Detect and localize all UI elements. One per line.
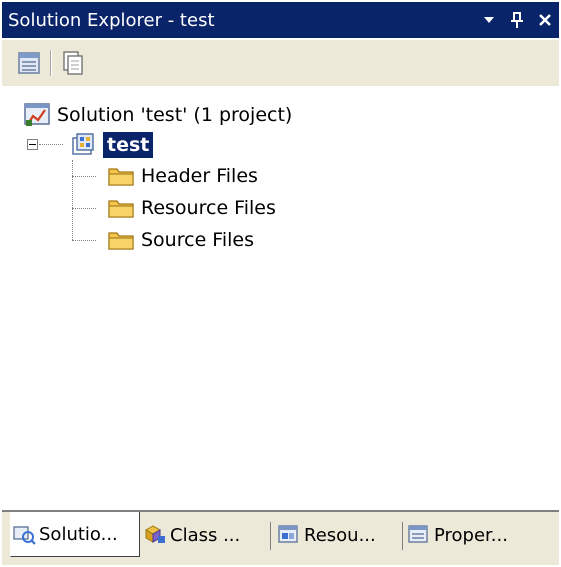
pin-button[interactable] xyxy=(503,6,531,34)
tab-separator xyxy=(402,522,403,550)
tree-node-solution[interactable]: Solution 'test' (1 project) xyxy=(22,100,292,130)
properties-icon xyxy=(18,52,40,74)
tree-line xyxy=(72,176,96,177)
class-view-icon xyxy=(144,525,165,543)
tree-node-label: Source Files xyxy=(141,229,254,251)
folder-icon xyxy=(108,232,134,250)
tree-line xyxy=(72,240,96,241)
tree-line xyxy=(72,160,73,240)
tree-line xyxy=(72,208,96,209)
title-bar[interactable]: Solution Explorer - test xyxy=(2,2,559,38)
tab-label: Proper... xyxy=(434,524,508,546)
tree-node-header-files[interactable]: Header Files xyxy=(106,161,258,191)
tab-solution-explorer[interactable]: Solutio... xyxy=(10,512,140,557)
tab-label: Resou... xyxy=(304,524,376,546)
folder-icon xyxy=(108,200,134,218)
tab-label: Solutio... xyxy=(39,523,118,545)
solution-explorer-icon xyxy=(13,526,36,545)
solution-icon xyxy=(24,103,50,126)
tab-class-view[interactable]: Class ... xyxy=(142,516,264,554)
close-button[interactable] xyxy=(531,6,559,34)
tree-node-label: Resource Files xyxy=(141,197,276,219)
tab-separator xyxy=(270,522,271,550)
tree-node-label: Header Files xyxy=(141,165,258,187)
tab-label: Class ... xyxy=(170,524,241,546)
window-title: Solution Explorer - test xyxy=(8,9,215,31)
tab-property-manager[interactable]: Proper... xyxy=(406,516,556,554)
show-all-files-button[interactable] xyxy=(56,46,90,80)
tree-node-source-files[interactable]: Source Files xyxy=(106,225,254,255)
solution-explorer-window: Solution Explorer - test Solution 'test'… xyxy=(0,0,561,567)
tree-line xyxy=(39,144,63,145)
pin-icon xyxy=(511,12,523,28)
show-all-files-icon xyxy=(63,51,83,75)
project-icon xyxy=(72,133,94,155)
close-icon xyxy=(539,14,551,26)
property-manager-icon xyxy=(408,525,428,543)
tree-node-label: Solution 'test' (1 project) xyxy=(57,104,293,126)
collapse-toggle[interactable] xyxy=(27,139,38,150)
chevron-down-icon xyxy=(484,17,494,23)
tree-node-resource-files[interactable]: Resource Files xyxy=(106,193,276,223)
resource-view-icon xyxy=(278,525,298,543)
toolbar-separator xyxy=(50,50,52,76)
solution-tree[interactable]: Solution 'test' (1 project) test Header … xyxy=(2,88,559,512)
tree-node-label: test xyxy=(103,132,154,158)
tree-node-project[interactable]: test xyxy=(68,130,154,160)
properties-button[interactable] xyxy=(12,46,46,80)
dropdown-button[interactable] xyxy=(475,6,503,34)
tab-resource-view[interactable]: Resou... xyxy=(276,516,394,554)
folder-icon xyxy=(108,168,134,186)
toolbar xyxy=(2,40,559,86)
tool-window-tabs: Solutio... Class ... Resou... Proper... xyxy=(2,512,559,565)
